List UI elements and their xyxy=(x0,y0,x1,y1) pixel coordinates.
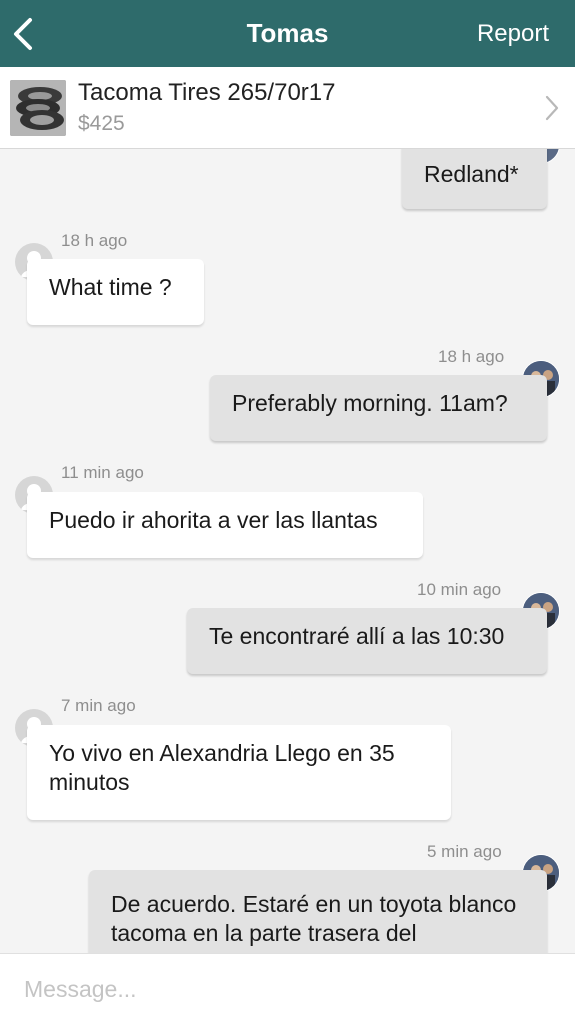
listing-title: Tacoma Tires 265/70r17 xyxy=(78,79,336,106)
chevron-right-icon xyxy=(545,95,559,121)
message-bubble: What time ? xyxy=(27,259,204,325)
tires-image xyxy=(10,80,66,136)
message-bubble: Puedo ir ahorita a ver las llantas xyxy=(27,492,423,558)
message-time: 11 min ago xyxy=(61,463,144,482)
message-composer xyxy=(0,953,575,1023)
listing-price: $425 xyxy=(78,112,125,135)
message-bubble: De acuerdo. Estaré en un toyota blanco t… xyxy=(89,870,547,953)
message-input[interactable] xyxy=(22,970,556,1008)
message-bubble: Redland* xyxy=(402,149,547,209)
message-time: 7 min ago xyxy=(61,696,136,715)
message-bubble: Yo vivo en Alexandria Llego en 35 minuto… xyxy=(27,725,451,820)
listing-thumbnail xyxy=(10,80,66,136)
message-bubble: Preferably morning. 11am? xyxy=(210,375,547,441)
listing-bar[interactable]: Tacoma Tires 265/70r17 $425 xyxy=(0,67,575,149)
message-time: 5 min ago xyxy=(427,842,502,861)
message-bubble: Te encontraré allí a las 10:30 xyxy=(187,608,547,674)
message-time: 18 h ago xyxy=(61,231,128,250)
message-list[interactable]: Redland* 18 h ago What time ? 18 h ago P… xyxy=(0,149,575,953)
report-button[interactable]: Report xyxy=(477,20,549,48)
nav-bar: Tomas Report xyxy=(0,0,575,67)
message-time: 18 h ago xyxy=(438,347,505,366)
message-time: 10 min ago xyxy=(417,580,502,599)
